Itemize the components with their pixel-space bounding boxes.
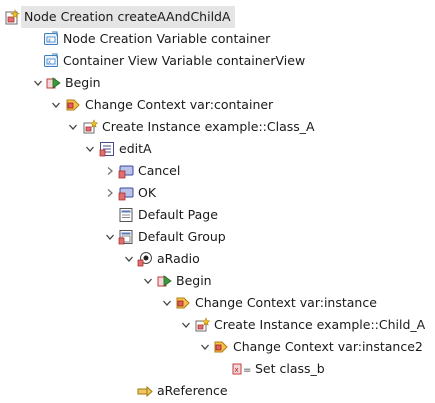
reference-icon: [137, 383, 153, 399]
begin-icon: [45, 75, 61, 91]
tree-item[interactable]: x Container View Variable containerView: [0, 50, 435, 72]
change-context-icon: [213, 339, 229, 355]
tree-item[interactable]: Create Instance example::Child_A: [0, 314, 435, 336]
tree-item[interactable]: OK: [0, 182, 435, 204]
create-instance-icon: [82, 119, 98, 135]
variable-icon: x: [43, 31, 59, 47]
tree-item-label: Change Context var:instance2: [233, 339, 423, 354]
tree-item-label: Begin: [176, 273, 212, 288]
svg-text:=: =: [243, 365, 251, 376]
begin-icon: [156, 273, 172, 289]
chevron-down-icon[interactable]: [199, 336, 211, 358]
tree-item[interactable]: Default Group: [0, 226, 435, 248]
variable-icon: x: [43, 53, 59, 69]
tree-item-label: Cancel: [138, 163, 181, 178]
create-instance-icon: [194, 317, 210, 333]
chevron-right-icon[interactable]: [104, 160, 116, 182]
tree-item[interactable]: Begin: [0, 72, 435, 94]
tree-item-label: Container View Variable containerView: [63, 53, 306, 68]
tree-item[interactable]: editA: [0, 138, 435, 160]
change-context-icon: [175, 295, 191, 311]
list-icon: [99, 141, 115, 157]
svg-text:x: x: [48, 60, 51, 66]
tree-item-label: Change Context var:instance: [195, 295, 377, 310]
svg-text:x: x: [235, 366, 239, 374]
change-context-icon: [65, 97, 81, 113]
tree-item[interactable]: Change Context var:instance2: [0, 336, 435, 358]
tree-item-label: Create Instance example::Child_A: [214, 317, 426, 332]
tree-item[interactable]: x Node Creation Variable container: [0, 28, 435, 50]
group-icon: [118, 229, 134, 245]
tree-item[interactable]: aReference: [0, 380, 435, 402]
tree-item-label: Default Group: [138, 229, 226, 244]
tree-item[interactable]: Change Context var:container: [0, 94, 435, 116]
tree-item-label: aRadio: [157, 251, 200, 266]
tree-item[interactable]: aRadio: [0, 248, 435, 270]
tree-item-label: editA: [119, 141, 152, 156]
chevron-down-icon[interactable]: [50, 94, 62, 116]
tree-item-label: Node Creation Variable container: [63, 31, 271, 46]
tree-item-label: OK: [138, 185, 157, 200]
tree-item[interactable]: Create Instance example::Class_A: [0, 116, 435, 138]
tree-item[interactable]: Begin: [0, 270, 435, 292]
chevron-down-icon[interactable]: [67, 116, 79, 138]
tree-item-label: Change Context var:container: [85, 97, 274, 112]
tree-item[interactable]: Cancel: [0, 160, 435, 182]
tree-item-label: Set class_b: [255, 361, 325, 376]
radio-icon: [137, 251, 153, 267]
chevron-down-icon[interactable]: [84, 138, 96, 160]
chevron-down-icon[interactable]: [123, 248, 135, 270]
tree-item[interactable]: x = Set class_b: [0, 358, 435, 380]
tree-item[interactable]: Node Creation createAAndChildA: [0, 6, 435, 28]
button-icon: [118, 163, 134, 179]
tree-item-label: Begin: [65, 75, 101, 90]
page-icon: [118, 207, 134, 223]
tree-item-label: aReference: [157, 383, 228, 398]
tree-item-label: Create Instance example::Class_A: [102, 119, 315, 134]
node-creation-icon: [4, 9, 20, 25]
chevron-down-icon[interactable]: [142, 270, 154, 292]
set-icon: x =: [232, 361, 254, 377]
tree-view: Node Creation createAAndChildA x Node Crea…: [0, 0, 435, 403]
tree-item-label: Node Creation createAAndChildA: [21, 6, 235, 28]
chevron-down-icon[interactable]: [32, 72, 44, 94]
button-icon: [118, 185, 134, 201]
svg-text:x: x: [48, 38, 51, 44]
chevron-down-icon[interactable]: [104, 226, 116, 248]
tree-item[interactable]: Change Context var:instance: [0, 292, 435, 314]
chevron-down-icon[interactable]: [161, 292, 173, 314]
chevron-right-icon[interactable]: [104, 182, 116, 204]
tree-item-label: Default Page: [138, 207, 218, 222]
tree-item[interactable]: Default Page: [0, 204, 435, 226]
chevron-down-icon[interactable]: [180, 314, 192, 336]
